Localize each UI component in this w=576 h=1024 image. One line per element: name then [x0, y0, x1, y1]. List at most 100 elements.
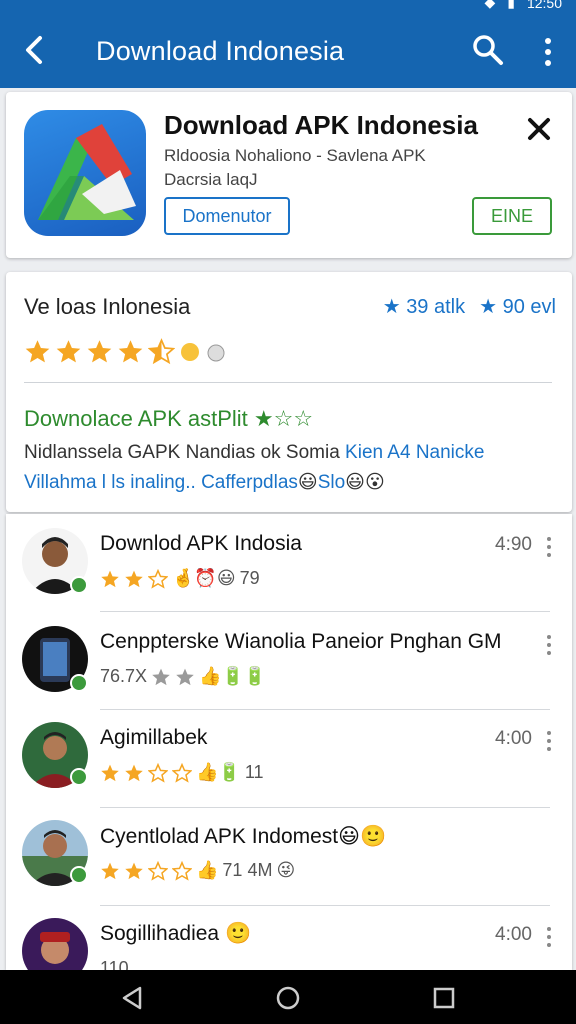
emoji-icon: 😃🙂 — [338, 825, 387, 848]
star-icon — [125, 764, 143, 781]
app-description: Nidlanssela GAPK Nandias ok Somia Kien A… — [24, 438, 554, 498]
review-rating: 🤞⏰😃 79 — [100, 568, 260, 589]
star-outline-icon — [172, 762, 192, 783]
meta-count-2: 90 evl — [502, 296, 556, 318]
back-nav-icon[interactable] — [118, 984, 146, 1012]
review-name: Sogillihadiea 🙂 — [100, 922, 252, 945]
star-outline-icon — [148, 860, 168, 881]
emoji-icon: 😜 — [276, 860, 296, 880]
emoji-icon: 👍🔋 — [196, 762, 241, 782]
info-meta: ★ 39 atlk ★ 90 evl — [383, 294, 556, 319]
back-arrow-icon[interactable] — [16, 30, 52, 70]
emoji-icon: 🙂 — [224, 922, 252, 945]
review-row[interactable]: Downlod APK Indosia 4:90 🤞⏰😃 79 — [6, 514, 572, 612]
meta-count-1: 39 atlk — [406, 296, 466, 318]
star-icon — [101, 570, 119, 587]
desc-line-2-tail[interactable]: Slo — [318, 472, 345, 493]
star-icon: ★ — [479, 296, 498, 318]
verified-badge-icon — [70, 768, 88, 786]
star-icon — [87, 340, 112, 363]
review-rating-text: 79 — [239, 568, 260, 588]
search-icon[interactable] — [470, 32, 506, 68]
review-time: 4:00 — [495, 728, 532, 749]
more-vert-icon[interactable] — [544, 634, 554, 656]
review-row[interactable]: Cyentlolad APK Indomest😃🙂 👍 71 4M 😜 — [6, 808, 572, 906]
star-icon: ★☆☆ — [253, 406, 314, 431]
more-vert-icon[interactable] — [544, 536, 554, 558]
emoji-icon: 😃 — [297, 472, 318, 493]
app-install-banner: Download APK Indonesia Rldoosia Nohalion… — [6, 92, 572, 258]
star-icon — [125, 570, 143, 587]
system-nav-bar — [0, 970, 576, 1024]
star-icon: ★ — [382, 296, 401, 318]
review-rating-text: 11 — [244, 762, 264, 782]
desc-line-2[interactable]: Villahma l ls inaling.. Cafferpdlas — [24, 472, 298, 493]
review-row[interactable]: Sogillihadiea 🙂 4:00 110 — [6, 906, 572, 970]
review-name: Agimillabek — [100, 726, 208, 749]
star-icon — [56, 340, 81, 363]
star-icon — [125, 862, 143, 879]
star-icon — [152, 668, 170, 685]
half-star-icon — [148, 338, 175, 365]
verified-badge-icon — [70, 674, 88, 692]
app-bar: Download Indonesia — [0, 12, 576, 88]
more-vert-icon[interactable] — [544, 926, 554, 948]
banner-subtitle-2: Dacrsia laqJ — [164, 170, 258, 189]
banner-subtitle: Rldoosia Nohaliono - Savlena APK — [164, 146, 426, 165]
review-rating-text: 71 4M — [222, 860, 273, 880]
review-row[interactable]: Agimillabek 4:00 👍🔋 11 — [6, 710, 572, 808]
star-icon — [101, 764, 119, 781]
desc-link[interactable]: Kien A4 Nanicke — [345, 442, 484, 463]
emoji-icon: 👍🔋🔋 — [199, 666, 267, 686]
app-info-card: Ve loas Inlonesia ★ 39 atlk ★ 90 evl Dow… — [6, 272, 572, 512]
signal-icon: ◆ — [484, 0, 496, 10]
emoji-icon: 😃😮 — [345, 472, 385, 493]
star-icon — [25, 340, 50, 363]
thumbs-up-icon: 👍 — [196, 860, 219, 880]
rating-stars — [24, 338, 227, 365]
status-time: 12:50 — [526, 0, 562, 11]
review-name: Cenppterske Wianolia Paneior Pnghan GM — [100, 630, 502, 653]
download-button[interactable]: Domenutor — [164, 197, 290, 235]
star-outline-icon — [148, 568, 168, 589]
app-bar-title: Download Indonesia — [96, 36, 345, 66]
emoji-icon — [207, 344, 225, 361]
verified-badge-icon — [70, 866, 88, 884]
review-rating: 76.7X 👍🔋🔋 — [100, 666, 266, 687]
home-nav-icon[interactable] — [274, 984, 302, 1012]
star-outline-icon — [172, 860, 192, 881]
status-icons: ◆ ▮ 12:50 — [484, 0, 562, 11]
review-rating: 👍 71 4M 😜 — [100, 860, 295, 881]
review-row[interactable]: Cenppterske Wianolia Paneior Pnghan GM 7… — [6, 612, 572, 710]
battery-icon: ▮ — [507, 0, 515, 10]
app-logo-icon — [24, 110, 146, 236]
star-icon — [101, 862, 119, 879]
review-name: Downlod APK Indosia — [100, 532, 302, 555]
review-rating: 110 — [100, 958, 129, 970]
desc-line-1: Nidlanssela GAPK Nandias ok Somia — [24, 442, 346, 463]
star-icon — [176, 668, 194, 685]
recents-nav-icon[interactable] — [430, 984, 458, 1012]
banner-app-name: Download APK Indonesia — [164, 110, 478, 140]
more-vert-icon[interactable] — [534, 36, 562, 68]
review-time: 4:90 — [495, 534, 532, 555]
avatar — [22, 918, 88, 970]
verified-badge-icon — [70, 576, 88, 594]
more-vert-icon[interactable] — [544, 730, 554, 752]
info-heading: Ve loas Inlonesia — [24, 294, 191, 319]
review-rating-text: 110 — [100, 958, 129, 970]
emoji-icon — [181, 342, 199, 361]
close-icon[interactable] — [524, 114, 554, 144]
install-button[interactable]: EINE — [472, 197, 552, 235]
status-bar: ◆ ▮ 12:50 — [0, 0, 576, 12]
review-rating-text: 76.7X — [100, 666, 148, 686]
star-outline-icon — [148, 762, 168, 783]
reviews-list: Downlod APK Indosia 4:90 🤞⏰😃 79 Cenppter… — [6, 514, 572, 970]
star-icon — [118, 340, 143, 363]
divider — [24, 382, 552, 383]
review-time: 4:00 — [495, 924, 532, 945]
review-rating: 👍🔋 11 — [100, 762, 264, 783]
promo-title: Downolace APK astPlit ★☆☆ — [24, 406, 314, 431]
emoji-icon: 🤞⏰😃 — [172, 568, 236, 588]
review-name: Cyentlolad APK Indomest😃🙂 — [100, 825, 387, 848]
